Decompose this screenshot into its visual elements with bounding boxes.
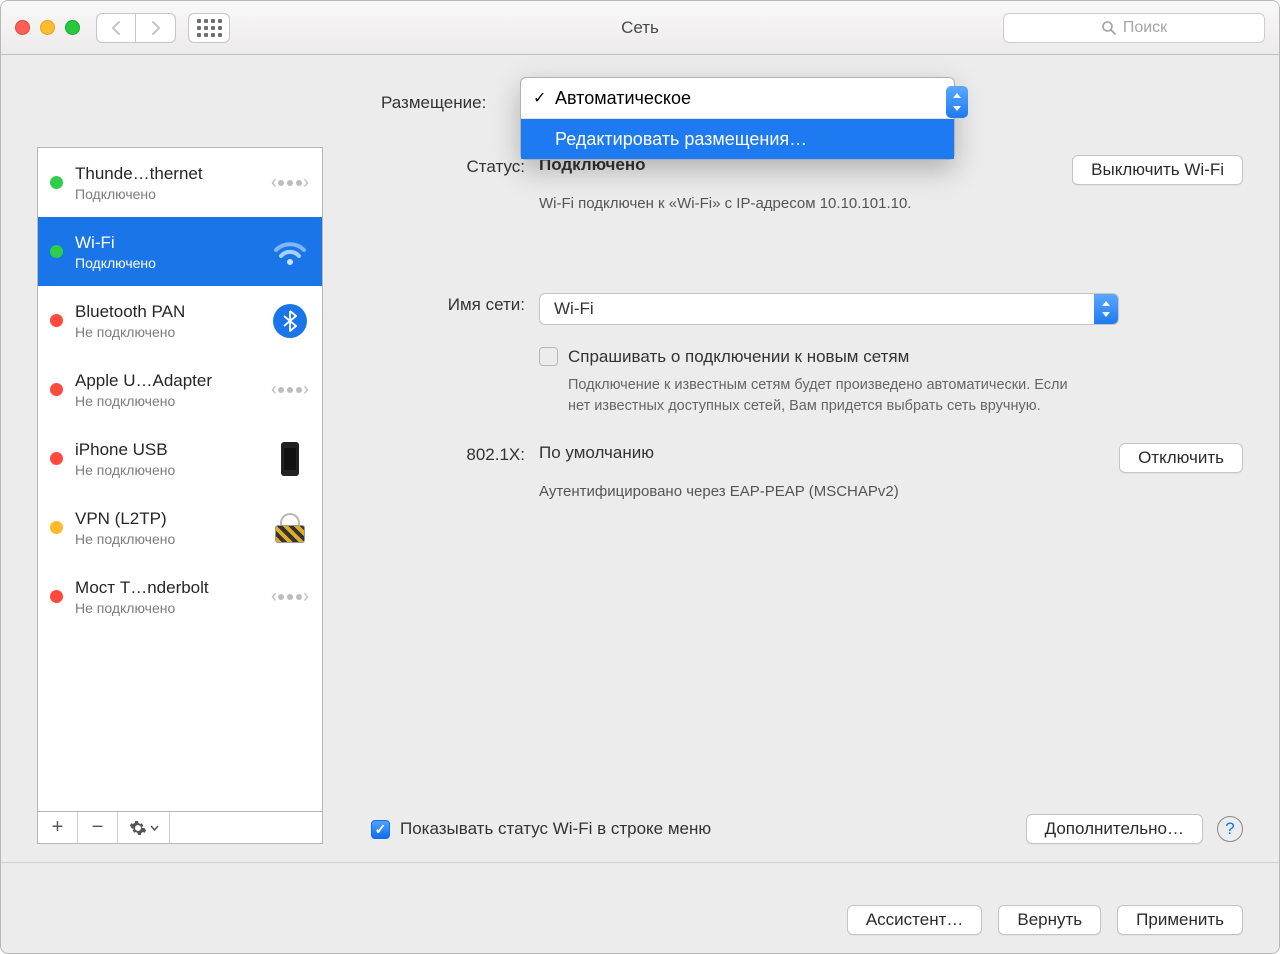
- sidebar-item-vpn[interactable]: VPN (L2TP) Не подключено: [38, 493, 322, 562]
- dot1x-detail: Аутентифицировано через EAP-PEAP (MSCHAP…: [539, 481, 969, 503]
- apply-button[interactable]: Применить: [1117, 905, 1243, 935]
- help-button[interactable]: ?: [1217, 816, 1243, 842]
- location-dropdown[interactable]: Автоматическое Редактировать размещения…: [520, 77, 955, 160]
- interface-name: Bluetooth PAN: [75, 302, 270, 322]
- sidebar-item-thunderbolt-ethernet[interactable]: Thunde…thernet Подключено ‹›: [38, 148, 322, 217]
- search-icon: [1101, 20, 1117, 36]
- ethernet-icon: ‹›: [270, 370, 310, 410]
- actions-menu-button[interactable]: [118, 812, 170, 843]
- interface-status: Не подключено: [75, 531, 270, 547]
- stepper-icon: [1094, 294, 1118, 324]
- interface-name: Thunde…thernet: [75, 164, 270, 184]
- disconnect-button[interactable]: Отключить: [1119, 443, 1243, 473]
- dropdown-item-auto[interactable]: Автоматическое: [521, 78, 954, 118]
- status-label: Статус:: [371, 155, 539, 215]
- stepper-icon: [946, 86, 968, 118]
- add-interface-button[interactable]: +: [38, 812, 78, 843]
- chevron-down-icon: [150, 825, 159, 831]
- ethernet-icon: ‹›: [270, 577, 310, 617]
- sidebar-item-wifi[interactable]: Wi-Fi Подключено: [38, 217, 322, 286]
- dot1x-row: 802.1X: По умолчанию Отключить Аутентифи…: [371, 443, 1243, 503]
- status-dot-icon: [50, 245, 63, 258]
- grid-icon: [197, 19, 222, 37]
- status-dot-icon: [50, 383, 63, 396]
- status-dot-icon: [50, 590, 63, 603]
- zoom-icon[interactable]: [65, 20, 80, 35]
- interface-name: Wi-Fi: [75, 233, 270, 253]
- interface-status: Не подключено: [75, 600, 270, 616]
- search-input[interactable]: Поиск: [1003, 13, 1265, 43]
- gear-icon: [129, 819, 147, 837]
- interface-status: Подключено: [75, 255, 270, 271]
- window-controls: [15, 20, 80, 35]
- advanced-button[interactable]: Дополнительно…: [1026, 814, 1203, 844]
- status-dot-icon: [50, 452, 63, 465]
- chevron-right-icon: [150, 20, 162, 36]
- lock-icon: [270, 508, 310, 548]
- interface-name: Мост T…nderbolt: [75, 578, 270, 598]
- interface-status: Не подключено: [75, 324, 270, 340]
- network-name-row: Имя сети: Wi-Fi Спрашивать о подключении…: [371, 293, 1243, 417]
- show-all-button[interactable]: [188, 13, 230, 43]
- titlebar: Сеть Поиск: [1, 1, 1279, 55]
- show-menubar-checkbox[interactable]: ✓: [371, 820, 390, 839]
- sidebar-wrap: Thunde…thernet Подключено ‹› Wi-Fi Подкл…: [37, 147, 323, 844]
- network-value: Wi-Fi: [554, 299, 594, 319]
- ask-new-checkbox[interactable]: [539, 347, 558, 366]
- advanced-row: ✓ Показывать статус Wi-Fi в строке меню …: [371, 814, 1243, 844]
- minimize-icon[interactable]: [40, 20, 55, 35]
- dot1x-value: По умолчанию: [539, 443, 654, 473]
- search-placeholder: Поиск: [1123, 19, 1167, 37]
- sidebar-item-usb-adapter[interactable]: Apple U…Adapter Не подключено ‹›: [38, 355, 322, 424]
- assist-button[interactable]: Ассистент…: [847, 905, 983, 935]
- interface-status: Не подключено: [75, 462, 270, 478]
- bluetooth-icon: [270, 301, 310, 341]
- ask-new-label: Спрашивать о подключении к новым сетям: [568, 347, 909, 367]
- back-button[interactable]: [96, 13, 136, 43]
- ethernet-icon: ‹›: [270, 163, 310, 203]
- remove-interface-button[interactable]: −: [78, 812, 118, 843]
- revert-button[interactable]: Вернуть: [998, 905, 1101, 935]
- location-row: Размещение: Автоматическое Редактировать…: [37, 83, 1243, 123]
- footer: Ассистент… Вернуть Применить: [1, 887, 1279, 953]
- forward-button[interactable]: [136, 13, 176, 43]
- body-row: Thunde…thernet Подключено ‹› Wi-Fi Подкл…: [37, 147, 1243, 844]
- location-label: Размещение:: [381, 93, 486, 113]
- status-dot-icon: [50, 176, 63, 189]
- dot1x-label: 802.1X:: [371, 443, 539, 503]
- phone-icon: [270, 439, 310, 479]
- dropdown-item-edit[interactable]: Редактировать размещения…: [521, 119, 954, 159]
- network-label: Имя сети:: [371, 293, 539, 417]
- sidebar-footer: + −: [37, 812, 323, 844]
- wifi-icon: [270, 232, 310, 272]
- show-menubar-label: Показывать статус Wi-Fi в строке меню: [400, 819, 711, 839]
- ask-new-hint: Подключение к известным сетям будет прои…: [568, 375, 1088, 417]
- sidebar-item-thunderbolt-bridge[interactable]: Мост T…nderbolt Не подключено ‹›: [38, 562, 322, 631]
- nav-group: [96, 13, 176, 43]
- status-dot-icon: [50, 314, 63, 327]
- content-area: Размещение: Автоматическое Редактировать…: [1, 55, 1279, 887]
- interface-name: Apple U…Adapter: [75, 371, 270, 391]
- interface-status: Подключено: [75, 186, 270, 202]
- close-icon[interactable]: [15, 20, 30, 35]
- wifi-off-button[interactable]: Выключить Wi-Fi: [1072, 155, 1243, 185]
- interface-list: Thunde…thernet Подключено ‹› Wi-Fi Подкл…: [37, 147, 323, 812]
- status-row: Статус: Подключено Выключить Wi-Fi Wi-Fi…: [371, 155, 1243, 215]
- status-detail: Wi-Fi подключен к «Wi-Fi» с IP-адресом 1…: [539, 193, 1243, 215]
- sidebar-item-iphone-usb[interactable]: iPhone USB Не подключено: [38, 424, 322, 493]
- detail-pane: Статус: Подключено Выключить Wi-Fi Wi-Fi…: [341, 147, 1243, 844]
- divider: [1, 862, 1279, 863]
- status-dot-icon: [50, 521, 63, 534]
- interface-name: VPN (L2TP): [75, 509, 270, 529]
- interface-status: Не подключено: [75, 393, 270, 409]
- network-select[interactable]: Wi-Fi: [539, 293, 1119, 325]
- sidebar-item-bluetooth[interactable]: Bluetooth PAN Не подключено: [38, 286, 322, 355]
- interface-name: iPhone USB: [75, 440, 270, 460]
- chevron-left-icon: [110, 20, 122, 36]
- network-prefs-window: Сеть Поиск Размещение: Автоматическое Ре…: [0, 0, 1280, 954]
